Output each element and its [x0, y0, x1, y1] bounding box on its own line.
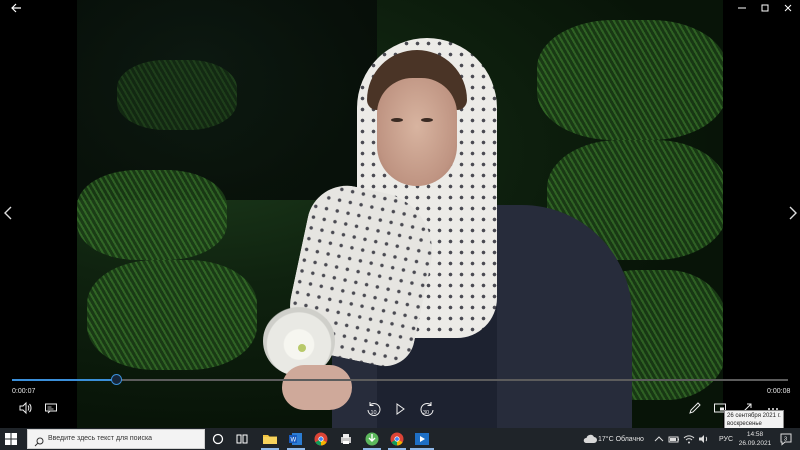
cortana-icon[interactable]: [210, 431, 226, 447]
chrome-icon[interactable]: [389, 431, 405, 447]
eye: [421, 118, 433, 122]
spruce-branch: [87, 260, 257, 370]
search-placeholder: Введите здесь текст для поиска: [48, 435, 153, 442]
search-icon: [34, 434, 44, 447]
total-duration: 0:00:08: [767, 388, 791, 395]
skip-back-icon[interactable]: 10: [365, 401, 383, 417]
weather-cloud-icon[interactable]: [582, 431, 598, 447]
elapsed-time: 0:00:07: [12, 388, 36, 395]
chrome-icon[interactable]: [313, 431, 329, 447]
flower-center: [298, 344, 306, 352]
spruce-branch: [537, 20, 723, 140]
play-icon[interactable]: [393, 401, 409, 417]
photos-app-window: 0:00:07 0:00:08 10 30 26 сентября 2021 г…: [0, 0, 800, 450]
back-arrow-icon[interactable]: [6, 2, 26, 16]
spruce-branch: [77, 170, 227, 260]
skip-forward-icon[interactable]: 30: [418, 401, 436, 417]
clock-date: 26.09.2021: [738, 440, 772, 447]
notification-count: 3: [784, 437, 787, 443]
date-tooltip: 26 сентября 2021 г. воскресенье: [724, 410, 784, 430]
chevron-left-icon[interactable]: [1, 205, 15, 226]
edit-icon[interactable]: [688, 401, 704, 417]
torrent-icon[interactable]: [364, 431, 380, 447]
media-player-icon[interactable]: [414, 431, 430, 447]
network-icon[interactable]: [683, 432, 695, 448]
chevron-right-icon[interactable]: [786, 205, 800, 226]
volume-icon[interactable]: [18, 401, 34, 417]
clock-time: 14:58: [746, 431, 764, 438]
skip-back-label: 10: [371, 410, 377, 416]
eye: [391, 118, 403, 122]
input-language[interactable]: РУС: [719, 436, 733, 443]
svg-text:W: W: [291, 438, 297, 444]
taskbar-search-input[interactable]: Введите здесь текст для поиска: [27, 429, 205, 449]
word-icon[interactable]: W: [288, 431, 304, 447]
chevron-up-icon[interactable]: [653, 432, 665, 448]
weather-text[interactable]: 17°C Облачно: [598, 436, 644, 443]
battery-icon[interactable]: [668, 432, 680, 448]
windows-start-icon[interactable]: [4, 432, 20, 446]
seek-bar-progress: [12, 379, 117, 381]
file-explorer-icon[interactable]: [262, 431, 278, 447]
face: [377, 78, 457, 186]
hand: [282, 365, 352, 410]
subtitles-icon[interactable]: [44, 401, 60, 417]
volume-tray-icon[interactable]: [698, 432, 710, 448]
spruce-branch: [117, 60, 237, 130]
task-view-icon[interactable]: [234, 431, 250, 447]
tooltip-weekday: воскресенье: [727, 421, 762, 427]
maximize-icon[interactable]: [755, 2, 775, 16]
tooltip-date: 26 сентября 2021 г.: [727, 413, 781, 419]
taskbar: Введите здесь текст для поиска W 17°C Об…: [0, 428, 800, 450]
printer-app-icon[interactable]: [338, 431, 354, 447]
displayed-photo: [77, 0, 723, 428]
minimize-icon[interactable]: [732, 2, 752, 16]
seek-bar[interactable]: [12, 374, 788, 385]
skip-forward-label: 30: [423, 410, 429, 416]
taskbar-clock[interactable]: 14:58 26.09.2021: [738, 430, 772, 448]
notification-center-icon[interactable]: 3: [779, 432, 793, 446]
close-icon[interactable]: [778, 2, 798, 16]
